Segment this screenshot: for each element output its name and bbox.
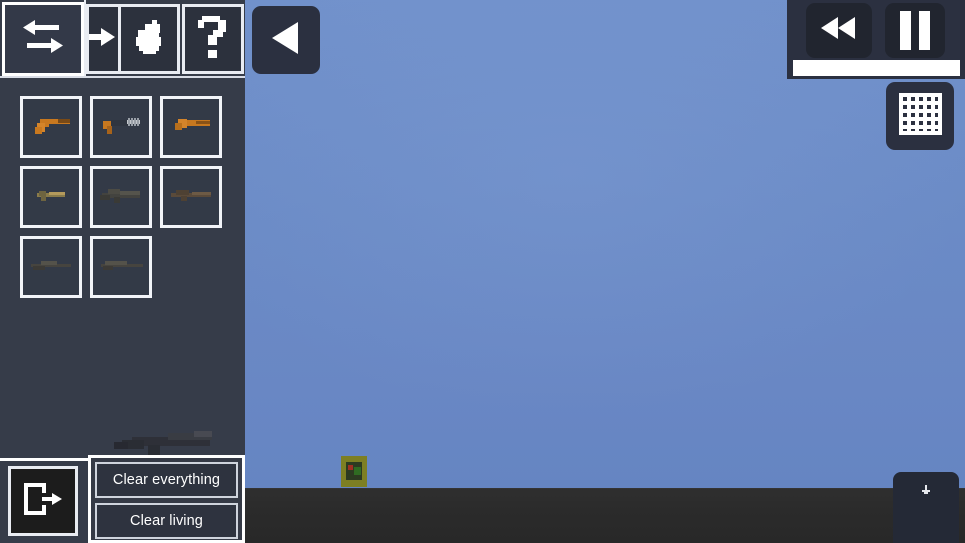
item-row: [20, 166, 230, 228]
app-root: Clear everything Clear living: [0, 0, 965, 543]
marksman-rifle-icon: [97, 256, 145, 279]
battle-rifle-icon: [166, 185, 216, 210]
left-sidebar: Clear everything Clear living: [0, 0, 245, 543]
sidebar-tabbar: [0, 0, 245, 78]
item-cell-assault-rifle[interactable]: [90, 166, 152, 228]
submachine-gun-icon: [97, 112, 145, 143]
grid-mesh-icon: [897, 91, 943, 142]
item-cell-sawed-off-shotgun[interactable]: [160, 96, 222, 158]
rewind-button[interactable]: [806, 3, 872, 58]
tab-help[interactable]: [182, 4, 244, 74]
pistol-icon: [28, 112, 74, 143]
item-cell-marksman-rifle[interactable]: [90, 236, 152, 298]
carbine-icon: [29, 185, 73, 210]
tab-grenade[interactable]: [118, 4, 180, 74]
back-button[interactable]: [252, 6, 320, 74]
question-mark-icon: [196, 14, 230, 65]
timeline-fill: [793, 60, 960, 76]
pause-button[interactable]: [885, 3, 945, 58]
bottom-right-panel[interactable]: [893, 472, 959, 543]
item-cell-battle-rifle[interactable]: [160, 166, 222, 228]
clear-living-button[interactable]: Clear living: [95, 503, 238, 539]
triangle-left-icon: [266, 17, 306, 64]
clear-actions-panel: Clear everything Clear living: [88, 455, 245, 543]
anchor-grip-icon: [922, 482, 930, 494]
entity-detail-red: [348, 465, 353, 470]
exit-button[interactable]: [8, 466, 78, 536]
transport-panel: [787, 0, 965, 79]
item-cell-pistol[interactable]: [20, 96, 82, 158]
entity-detail-green: [354, 467, 361, 475]
exit-door-icon: [21, 479, 65, 524]
item-cell-carbine[interactable]: [20, 166, 82, 228]
grenade-icon: [127, 15, 171, 64]
swap-arrows-icon: [19, 16, 67, 63]
item-row: [20, 96, 230, 158]
horizon-line: [245, 488, 965, 489]
clear-everything-button[interactable]: Clear everything: [95, 462, 238, 498]
item-cell-sniper-rifle[interactable]: [20, 236, 82, 298]
item-cell-submachine-gun[interactable]: [90, 96, 152, 158]
sniper-rifle-icon: [27, 256, 75, 279]
pause-bar-right: [919, 11, 930, 50]
item-row: [20, 236, 230, 298]
pause-icon: [896, 11, 934, 50]
assault-rifle-icon: [96, 184, 146, 211]
weapon-item-grid: [20, 96, 230, 306]
arrow-right-icon: [89, 24, 119, 55]
pause-bar-left: [900, 11, 911, 50]
crate-entity[interactable]: [337, 455, 371, 488]
tabbar-underline: [0, 76, 245, 78]
rewind-icon: [817, 13, 861, 48]
tab-swap[interactable]: [2, 2, 84, 76]
grid-toggle-button[interactable]: [886, 82, 954, 150]
sawed-off-shotgun-icon: [168, 113, 214, 142]
ground-plane: [245, 488, 965, 543]
timeline-slider[interactable]: [793, 60, 960, 76]
game-world-viewport[interactable]: [245, 0, 965, 543]
